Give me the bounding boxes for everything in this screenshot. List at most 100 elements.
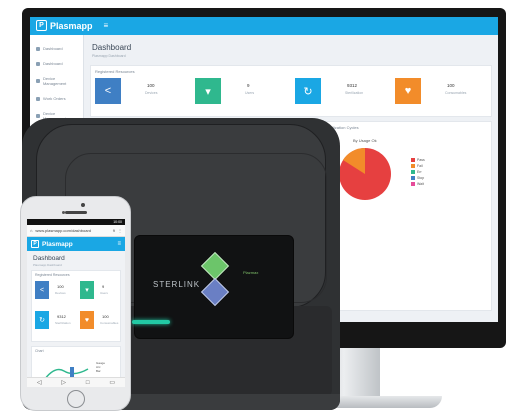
legend-item: Wait [411,182,425,186]
stat-value: 100 [147,83,155,88]
device-brand-text: STERLINK [153,280,201,289]
stat-label: Users [245,91,255,95]
tabs-icon[interactable]: ▭ [109,379,115,386]
legend-label: Pass [417,158,425,162]
stat-label: Sterilization [345,91,364,95]
legend-swatch [411,158,415,162]
stat-value: 100 [102,314,109,319]
page-title: Dashboard [92,43,132,52]
stat-label: Sterilization [55,321,71,325]
logo-icon: P [36,20,47,31]
speaker-grille [65,211,87,214]
sidebar-item-icon [36,46,40,51]
stat-label: Consumables [100,321,119,325]
stat-label: Users [100,291,108,295]
share-icon: < [95,78,121,104]
sidebar-item-dashboard-sub[interactable]: Dashboard [30,56,83,71]
legend-item: Stop [411,176,425,180]
legend-label: Wait [417,182,424,186]
legend-label: Err [417,170,422,174]
stat-card-sterilization[interactable]: ↻ 9312 Sterilization [295,78,391,112]
url-text[interactable]: www.plasmapp.com/dashboard [35,228,109,233]
front-camera [81,203,85,207]
stat-label: Consumables [445,91,467,95]
sidebar-item-icon [36,79,40,83]
browser-url-bar[interactable]: ⌂ www.plasmapp.com/dashboard 9 ⋮ [27,225,125,237]
app-logo[interactable]: P Plasmapp ≡ [36,20,108,31]
pie-chart [339,147,391,200]
stat-card-users[interactable]: ▾ 9 Users [195,78,291,112]
page-subtitle: Plasmapp Dashboard [33,263,62,267]
legend-swatch [411,164,415,168]
tabs-count[interactable]: 9 [113,228,115,233]
sidebar-item-dashboard[interactable]: Dashboard [30,41,83,56]
stat-label: Devices [145,91,158,95]
panel-label: Chart [35,349,44,353]
stat-card-devices[interactable]: < 100 Devices [35,281,79,305]
pie-label: By Usage Ok [353,138,377,143]
share-icon: < [35,281,49,299]
sidebar-item-work-orders[interactable]: Work Orders [30,91,83,106]
home-button[interactable] [67,390,85,408]
shirt-icon: ▾ [195,78,221,104]
phone-screen: 10:00 ⌂ www.plasmapp.com/dashboard 9 ⋮ P… [27,219,125,387]
home-icon[interactable]: ⌂ [30,228,32,233]
smartphone: 10:00 ⌂ www.plasmapp.com/dashboard 9 ⋮ P… [20,196,131,411]
sidebar-item-label: Work Orders [43,96,66,101]
sidebar-item-icon [36,114,40,118]
stat-card-consumables[interactable]: ♥ 100 Consumables [395,78,491,112]
sidebar-item-device-management[interactable]: Device Management [30,71,83,91]
legend-item: Err [411,170,425,174]
pie-legend: Pass Fail Err Stop Wait [411,158,425,188]
stat-value: 9312 [347,83,358,88]
top-bar: P Plasmapp ≡ [30,17,498,35]
stat-value: 9 [247,83,250,88]
stat-value: 9 [102,284,105,289]
legend-item: Pass [411,158,425,162]
kebab-menu-icon[interactable]: ⋮ [118,228,122,233]
legend-label: Fail [417,164,423,168]
hamburger-icon[interactable]: ≡ [117,241,121,247]
logo-icon: P [31,240,39,248]
stat-value: 100 [57,284,64,289]
heart-icon: ♥ [80,311,94,329]
legend-label: Bar [96,369,101,373]
resources-panel: Registered Resources < 100 Devices ▾ 9 U… [90,65,492,117]
page-subtitle: Plasmapp Dashboard [92,54,126,58]
cycle-icon: ↻ [35,311,49,329]
panel-label: Registered Resources [35,273,70,277]
sidebar-item-icon [36,61,40,66]
brand-name[interactable]: Plasmapp [42,241,73,248]
panel-label: Registered Resources [95,69,135,74]
shirt-icon: ▾ [80,281,94,299]
stat-card-consumables[interactable]: ♥ 100 Consumables [80,311,124,335]
sidebar-item-label: Dashboard [43,61,63,66]
legend-item: Fail [411,164,425,168]
menu-icon[interactable]: □ [86,380,90,386]
sidebar-item-icon [36,96,40,101]
stat-card-users[interactable]: ▾ 9 Users [80,281,124,305]
stat-card-sterilization[interactable]: ↻ 9312 Sterilization [35,311,79,335]
settings-icon[interactable] [200,277,230,307]
sidebar-item-label: Dashboard [43,46,63,51]
cycle-icon: ↻ [295,78,321,104]
heart-icon: ♥ [395,78,421,104]
back-icon[interactable]: ◁ [37,379,42,386]
legend-swatch [411,170,415,174]
resources-panel: Registered Resources < 100 Devices ▾ 9 U… [31,270,121,342]
browser-nav-bar: ◁ ▷ □ ▭ [27,377,125,387]
stat-value: 100 [447,83,455,88]
status-led [132,320,170,324]
stat-value: 9312 [57,314,66,319]
start-cycle-icon[interactable] [200,251,230,281]
hamburger-icon[interactable]: ≡ [104,21,109,30]
brand-name: Plasmapp [50,20,93,31]
sidebar-item-label: Device Management [42,76,67,86]
stat-card-devices[interactable]: < 100 Devices [95,78,191,112]
stat-label: Devices [55,291,66,295]
chart-legend: Gauge Arc Bar [96,361,105,373]
forward-icon[interactable]: ▷ [61,379,66,386]
page-title: Dashboard [33,255,65,262]
legend-swatch [411,182,415,186]
legend-label: Stop [417,176,425,180]
